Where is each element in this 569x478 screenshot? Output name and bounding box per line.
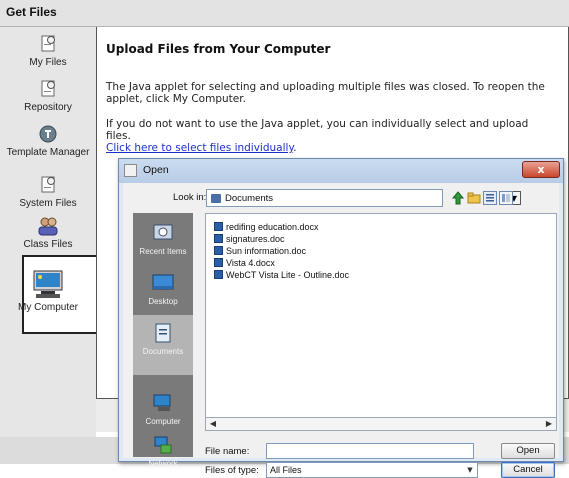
my-files-icon bbox=[37, 33, 59, 55]
files-of-type-select[interactable]: All Files ▼ bbox=[266, 462, 478, 478]
sidebar-item-label: Template Manager bbox=[6, 147, 90, 158]
dialog-body: Look in: Documents ▼ Recent Items Deskto… bbox=[123, 183, 559, 478]
list-view-icon[interactable] bbox=[483, 190, 497, 205]
open-dialog: Open x Look in: Documents ▼ Recent Items… bbox=[118, 158, 564, 478]
chevron-down-icon[interactable]: ▼ bbox=[464, 464, 476, 476]
file-name-label: File name: bbox=[205, 446, 250, 457]
list-item[interactable]: Sun information.doc bbox=[214, 246, 306, 257]
computer-icon bbox=[152, 393, 174, 413]
sidebar-item-system-files[interactable]: System Files bbox=[0, 174, 96, 209]
individual-upload-text: If you do not want to use the Java apple… bbox=[106, 118, 556, 154]
sidebar-item-label: My Computer bbox=[17, 302, 78, 313]
window-title: Get Files bbox=[6, 5, 57, 19]
documents-icon bbox=[152, 323, 174, 343]
desktop-icon bbox=[152, 273, 174, 293]
places-sidebar: Recent Items Desktop Documents Computer bbox=[133, 213, 193, 468]
files-of-type-label: Files of type: bbox=[205, 465, 259, 476]
chevron-left-icon[interactable]: ◀ bbox=[207, 418, 219, 430]
file-name: Sun information.doc bbox=[226, 246, 307, 256]
sidebar-item-label: My Files bbox=[29, 57, 67, 68]
close-button[interactable]: x bbox=[522, 161, 560, 178]
list-item[interactable]: Vista 4.docx bbox=[214, 258, 275, 269]
look-in-select[interactable]: Documents ▼ bbox=[206, 189, 521, 207]
place-computer[interactable]: Computer bbox=[133, 393, 193, 426]
chevron-right-icon[interactable]: ▶ bbox=[543, 418, 555, 430]
link-suffix: . bbox=[293, 142, 297, 154]
files-of-type-value: All Files bbox=[270, 465, 302, 475]
new-folder-icon[interactable] bbox=[467, 190, 481, 204]
recent-items-icon bbox=[152, 223, 174, 243]
up-folder-icon[interactable] bbox=[451, 190, 465, 205]
list-item[interactable]: WebCT Vista Lite - Outline.doc bbox=[214, 270, 349, 281]
class-files-icon bbox=[37, 215, 59, 237]
sidebar-item-my-computer[interactable]: My Computer bbox=[0, 270, 96, 313]
look-in-value: Documents bbox=[225, 193, 274, 204]
word-document-icon bbox=[214, 222, 223, 231]
folder-icon bbox=[211, 194, 221, 203]
cancel-button[interactable]: Cancel bbox=[501, 462, 555, 478]
place-label: Recent Items bbox=[139, 247, 187, 256]
place-documents[interactable]: Documents bbox=[133, 315, 193, 375]
open-button[interactable]: Open bbox=[501, 443, 555, 459]
applet-closed-text: The Java applet for selecting and upload… bbox=[106, 81, 545, 105]
network-icon bbox=[152, 435, 174, 455]
place-label: Desktop bbox=[148, 297, 178, 306]
place-network[interactable]: Network bbox=[133, 435, 193, 468]
look-in-label: Look in: bbox=[173, 192, 207, 203]
details-view-icon[interactable] bbox=[499, 190, 513, 205]
template-manager-icon bbox=[37, 123, 59, 145]
dialog-titlebar: Open x bbox=[119, 159, 563, 183]
sidebar-item-label: System Files bbox=[19, 198, 77, 209]
file-name: signatures.doc bbox=[226, 234, 285, 244]
place-label: Computer bbox=[145, 417, 181, 426]
place-desktop[interactable]: Desktop bbox=[133, 273, 193, 306]
select-files-individually-link[interactable]: Click here to select files individually bbox=[106, 142, 293, 154]
individual-upload-sentence: If you do not want to use the Java apple… bbox=[106, 118, 529, 142]
file-list[interactable]: redifing education.docx signatures.doc S… bbox=[205, 213, 557, 431]
window-titlebar: Get Files bbox=[0, 0, 569, 27]
sidebar-item-my-files[interactable]: My Files bbox=[0, 33, 96, 68]
list-item[interactable]: redifing education.docx bbox=[214, 222, 319, 233]
file-name-field[interactable] bbox=[266, 443, 474, 459]
place-label: Documents bbox=[142, 347, 184, 356]
repository-icon bbox=[37, 78, 59, 100]
word-document-icon bbox=[214, 246, 223, 255]
sidebar-item-repository[interactable]: Repository bbox=[0, 78, 96, 113]
system-files-icon bbox=[37, 174, 59, 196]
file-name: WebCT Vista Lite - Outline.doc bbox=[226, 270, 350, 280]
word-document-icon bbox=[214, 270, 223, 279]
file-name: Vista 4.docx bbox=[226, 258, 275, 268]
java-icon bbox=[124, 164, 137, 177]
sidebar-item-label: Repository bbox=[24, 102, 72, 113]
dialog-title: Open bbox=[143, 164, 169, 176]
list-item[interactable]: signatures.doc bbox=[214, 234, 285, 245]
horizontal-scrollbar[interactable]: ◀ ▶ bbox=[205, 417, 557, 431]
sidebar-item-class-files[interactable]: Class Files bbox=[0, 215, 96, 250]
word-document-icon bbox=[214, 234, 223, 243]
page-title: Upload Files from Your Computer bbox=[106, 42, 331, 56]
sidebar-item-template-manager[interactable]: Template Manager bbox=[0, 123, 96, 158]
sidebar-item-label: Class Files bbox=[23, 239, 73, 250]
computer-icon bbox=[31, 270, 65, 300]
file-name: redifing education.docx bbox=[226, 222, 319, 232]
place-recent-items[interactable]: Recent Items bbox=[133, 223, 193, 256]
word-document-icon bbox=[214, 258, 223, 267]
